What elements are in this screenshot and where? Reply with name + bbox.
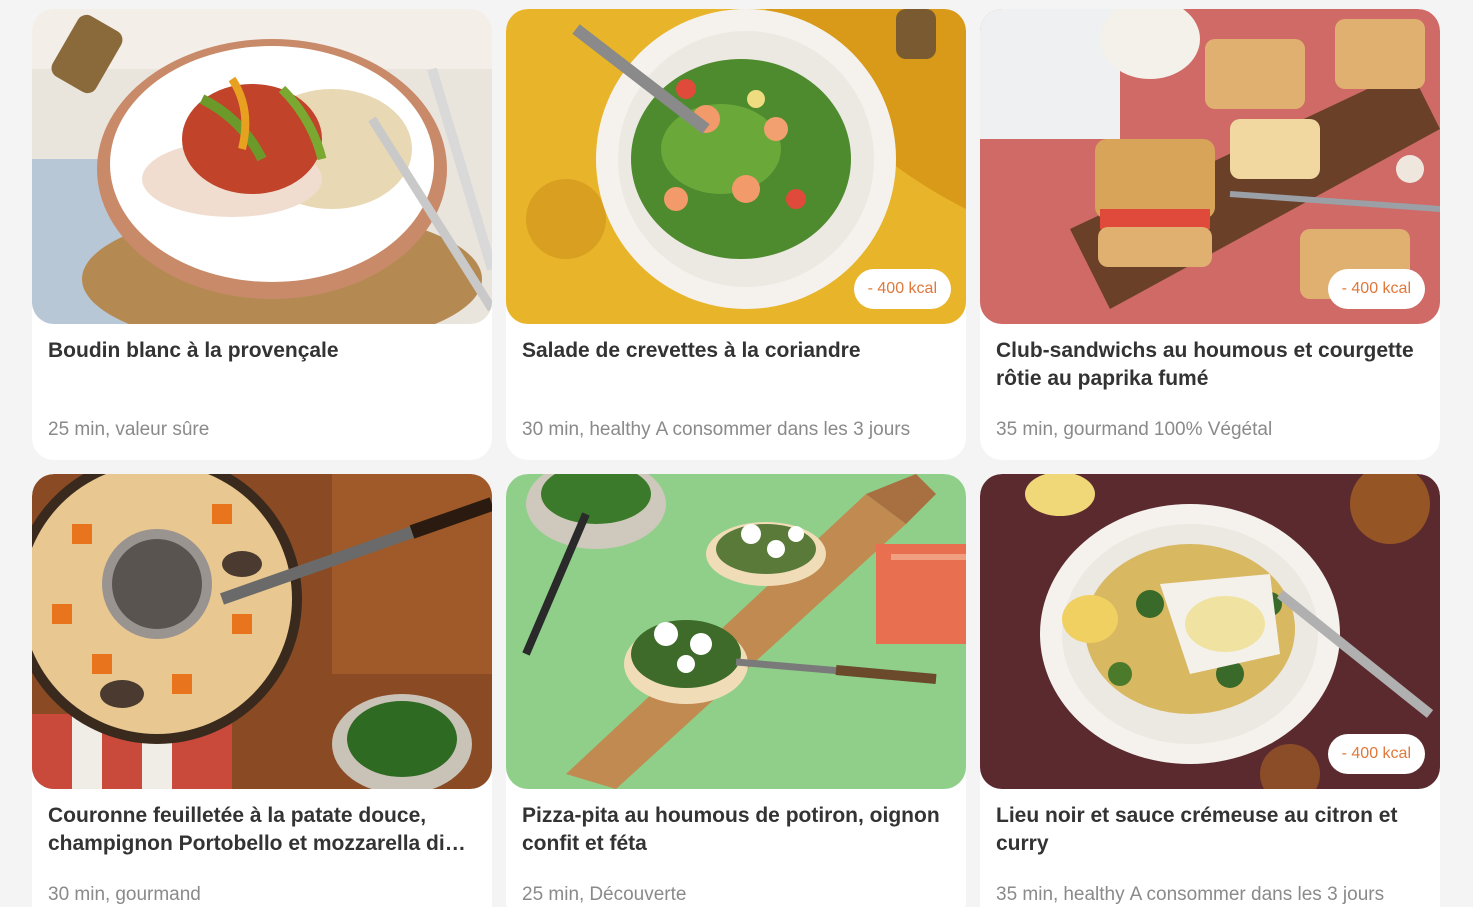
recipe-card[interactable]: - 400 kcal Lieu noir et sauce crémeuse a…	[980, 474, 1440, 907]
recipe-image[interactable]: - 400 kcal	[980, 9, 1440, 324]
recipe-label: 100% Végétal	[1153, 419, 1273, 440]
recipe-title[interactable]: Couronne feuilletée à la patate douce, c…	[48, 802, 476, 858]
recipe-tag: gourmand	[1063, 419, 1149, 440]
recipe-time: 30 min,	[522, 419, 585, 440]
kcal-badge: - 400 kcal	[1327, 269, 1425, 309]
recipe-tag: gourmand	[115, 884, 201, 905]
recipe-card[interactable]: Boudin blanc à la provençale 25 min, vale…	[32, 9, 492, 460]
recipe-title[interactable]: Salade de crevettes à la coriandre	[522, 337, 950, 365]
recipe-card[interactable]: - 400 kcal Salade de crevettes à la cori…	[506, 9, 966, 460]
recipe-title[interactable]: Club-sandwichs au houmous et courgette r…	[996, 337, 1424, 393]
recipe-meta: 35 min, healthy A consommer dans les 3 jou…	[996, 883, 1432, 907]
recipe-time: 35 min,	[996, 884, 1059, 905]
recipe-meta: 35 min, gourmand 100% Végétal	[996, 418, 1432, 442]
recipe-card[interactable]: Pizza-pita au houmous de potiron, oignon…	[506, 474, 966, 907]
kcal-badge: - 400 kcal	[853, 269, 951, 309]
kcal-badge: - 400 kcal	[1327, 734, 1425, 774]
recipe-label: A consommer dans les 3 jours	[1129, 884, 1385, 905]
recipe-tag: Découverte	[589, 884, 687, 905]
recipe-image[interactable]: - 400 kcal	[980, 474, 1440, 789]
recipe-image[interactable]	[32, 9, 492, 324]
recipe-grid: Boudin blanc à la provençale 25 min, vale…	[32, 9, 1440, 907]
recipe-title[interactable]: Lieu noir et sauce crémeuse au citron et…	[996, 802, 1424, 858]
recipe-card[interactable]: - 400 kcal Club-sandwichs au houmous et …	[980, 9, 1440, 460]
recipe-time: 25 min,	[522, 884, 585, 905]
recipe-meta: 30 min, healthy A consommer dans les 3 jou…	[522, 418, 958, 442]
recipe-image[interactable]: - 400 kcal	[506, 9, 966, 324]
recipe-meta: 25 min, valeur sûre	[48, 418, 484, 442]
recipe-meta: 30 min, gourmand	[48, 883, 484, 907]
recipe-tag: valeur sûre	[115, 419, 210, 440]
recipe-time: 25 min,	[48, 419, 111, 440]
recipe-label: A consommer dans les 3 jours	[655, 419, 911, 440]
recipe-title[interactable]: Boudin blanc à la provençale	[48, 337, 476, 365]
recipe-image[interactable]	[32, 474, 492, 789]
recipe-title[interactable]: Pizza-pita au houmous de potiron, oignon…	[522, 802, 950, 858]
recipe-tag: healthy	[1063, 884, 1125, 905]
recipe-card[interactable]: Couronne feuilletée à la patate douce, c…	[32, 474, 492, 907]
recipe-tag: healthy	[589, 419, 651, 440]
recipe-meta: 25 min, Découverte	[522, 883, 958, 907]
recipe-time: 30 min,	[48, 884, 111, 905]
recipe-time: 35 min,	[996, 419, 1059, 440]
recipe-image[interactable]	[506, 474, 966, 789]
